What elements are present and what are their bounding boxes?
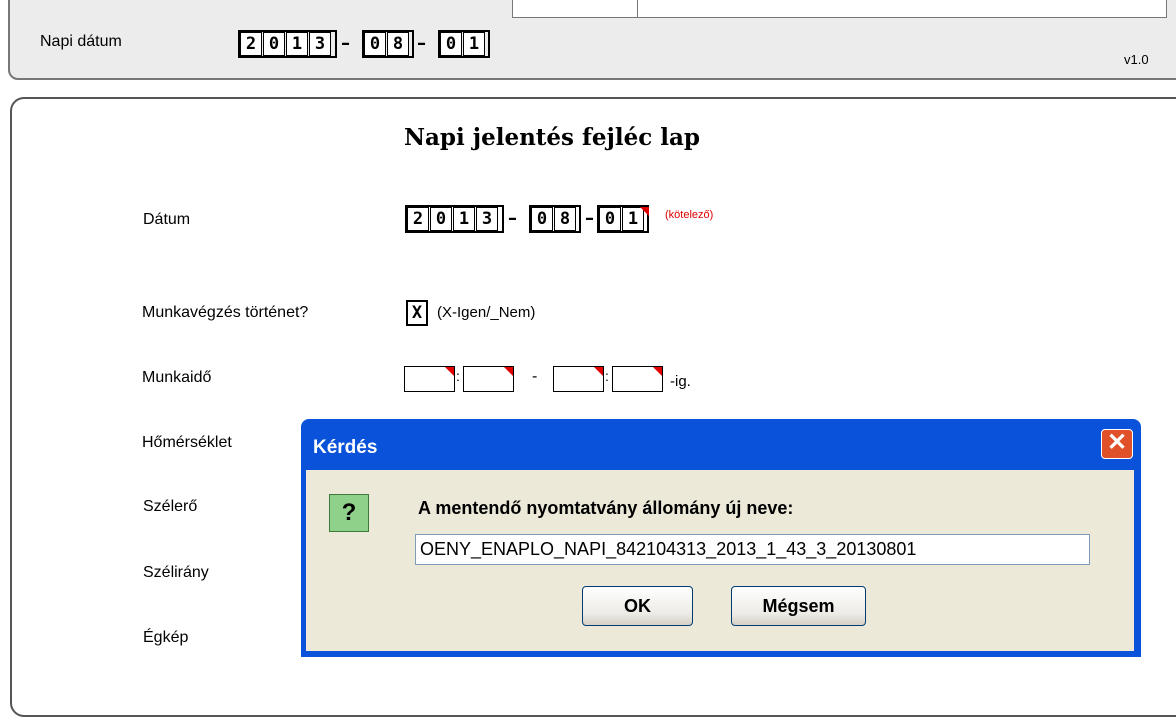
question-icon: ? bbox=[329, 494, 369, 532]
top-year-digit-1: 2 bbox=[240, 32, 262, 56]
top-field bbox=[512, 0, 1167, 18]
date-year-digit-2[interactable]: 0 bbox=[430, 207, 452, 231]
version-label: v1.0 bbox=[1124, 52, 1149, 67]
required-corner-marker bbox=[640, 207, 649, 216]
work-done-checkbox[interactable]: X bbox=[406, 300, 428, 326]
date-month-digit-2[interactable]: 8 bbox=[554, 207, 576, 231]
dialog-title: Kérdés bbox=[313, 437, 378, 458]
question-dialog: Kérdés ✕ ? A mentendő nyomtatvány állomá… bbox=[301, 419, 1141, 657]
date-day-digit-1[interactable]: 0 bbox=[599, 207, 621, 231]
close-icon[interactable]: ✕ bbox=[1101, 429, 1133, 459]
top-month-digit-1: 0 bbox=[364, 32, 386, 56]
page-title: Napi jelentés fejléc lap bbox=[404, 124, 700, 151]
temperature-label: Hőmérséklet bbox=[142, 434, 232, 451]
date-label: Dátum bbox=[143, 211, 191, 228]
dialog-body: ? A mentendő nyomtatvány állomány új nev… bbox=[306, 470, 1134, 651]
required-note: (kötelező) bbox=[665, 209, 714, 221]
date-dash-1: – bbox=[508, 208, 517, 229]
date-year-digit-3[interactable]: 1 bbox=[453, 207, 475, 231]
ok-button[interactable]: OK bbox=[582, 586, 693, 626]
work-done-hint: (X-Igen/_Nem) bbox=[437, 304, 536, 321]
work-hours-label: Munkaidő bbox=[142, 369, 212, 386]
top-day-digit-1: 0 bbox=[440, 32, 462, 56]
top-year-digit-2: 0 bbox=[263, 32, 285, 56]
dialog-question: A mentendő nyomtatvány állomány új neve: bbox=[418, 498, 794, 518]
top-date-dash-1: – bbox=[341, 33, 350, 54]
date-year-digit-1[interactable]: 2 bbox=[407, 207, 429, 231]
sky-label: Égkép bbox=[143, 629, 189, 646]
required-corner-marker bbox=[504, 367, 513, 376]
date-month-digit-1[interactable]: 0 bbox=[531, 207, 553, 231]
top-year-digit-3: 1 bbox=[286, 32, 308, 56]
wind-force-label: Szélerő bbox=[143, 498, 198, 515]
required-corner-marker bbox=[594, 367, 603, 376]
range-dash: - bbox=[532, 368, 538, 385]
required-corner-marker bbox=[445, 367, 454, 376]
required-corner-marker bbox=[653, 367, 662, 376]
top-field-divider bbox=[637, 0, 638, 18]
date-year-digit-4[interactable]: 3 bbox=[476, 207, 498, 231]
top-year-digit-4: 3 bbox=[309, 32, 331, 56]
end-colon: : bbox=[605, 368, 609, 384]
work-done-label: Munkavégzés történet? bbox=[142, 304, 309, 321]
start-colon: : bbox=[456, 368, 460, 384]
top-month-digit-2: 8 bbox=[387, 32, 409, 56]
date-dash-2: – bbox=[585, 208, 594, 229]
hours-suffix: -ig. bbox=[670, 373, 691, 390]
top-date-dash-2: – bbox=[417, 33, 426, 54]
wind-direction-label: Szélirány bbox=[143, 564, 209, 581]
daily-date-label: Napi dátum bbox=[40, 33, 122, 50]
cancel-button[interactable]: Mégsem bbox=[731, 586, 866, 626]
top-day-digit-2: 1 bbox=[463, 32, 485, 56]
filename-input[interactable] bbox=[415, 534, 1090, 565]
